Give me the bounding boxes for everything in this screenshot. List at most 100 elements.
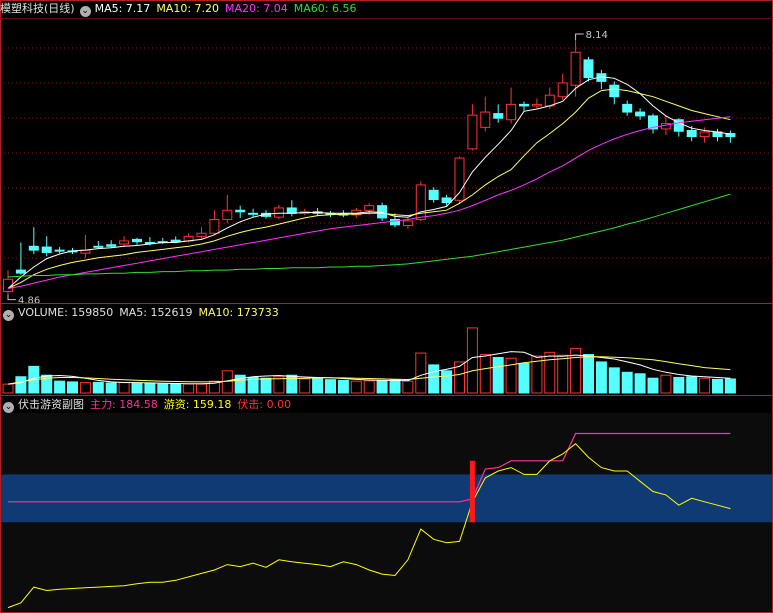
volume-bar-down [92, 381, 104, 394]
candle-up [364, 205, 375, 211]
volume-bar-down [595, 361, 607, 394]
candle-up [699, 131, 710, 138]
price-annotations: 8.14 4.86 [7, 30, 608, 307]
volume-bar-up [299, 378, 311, 394]
volume-bar-down [712, 378, 723, 394]
volume-bar-down [608, 367, 620, 394]
candle-up [119, 240, 130, 245]
candle-down [609, 84, 620, 98]
candle-down [54, 249, 65, 252]
candle-up [557, 82, 568, 98]
candle-down [441, 197, 452, 204]
candle-up [570, 51, 581, 86]
volume-bar-down [157, 383, 169, 394]
candle-down [170, 239, 181, 243]
volume-bar-up [557, 354, 569, 394]
candle-up [480, 111, 491, 128]
candle-down [106, 244, 117, 247]
volume-bar-down [144, 382, 156, 394]
youzi-value: 游资: 159.18 [163, 398, 232, 411]
candle-down [28, 245, 39, 251]
volume-bar-down [389, 379, 401, 394]
low-marker [7, 294, 16, 301]
candle-down [635, 111, 646, 117]
volume-bar-down [105, 382, 117, 394]
volume-bar-down [441, 370, 453, 394]
candle-down [286, 207, 297, 214]
volume-bar-up [350, 380, 362, 394]
candle-up [506, 103, 517, 121]
ma20-value: MA20: 7.04 [225, 2, 288, 15]
volume-bar-down [260, 377, 272, 394]
volume-legend: ⌄ VOLUME: 159850 MA5: 152619 MA10: 173733 [0, 304, 285, 322]
fuji-value: 伏击: 0.00 [237, 398, 292, 411]
candle-up [196, 232, 207, 237]
candle-down [519, 103, 529, 107]
candle-down [41, 246, 52, 253]
candle-down [428, 189, 439, 201]
ma20-line [7, 116, 731, 289]
candle-down [93, 245, 104, 248]
moving-average-lines [7, 76, 731, 289]
volume-bar-down [376, 379, 388, 394]
ma5-line [7, 76, 731, 289]
ma10-line [7, 88, 731, 289]
zhuli-value: 主力: 184.58 [90, 398, 158, 411]
volume-bar-down [621, 371, 633, 394]
volume-bar-up [660, 374, 672, 394]
candle-down [583, 59, 594, 79]
high-marker [575, 33, 584, 40]
candle-down [377, 205, 388, 219]
volume-bar-down [492, 357, 504, 394]
candle-up [222, 209, 233, 220]
volume-value: VOLUME: 159850 [18, 306, 114, 319]
volume-bar-down [312, 378, 324, 394]
volume-bar-down [131, 382, 143, 394]
volume-bar-up [196, 383, 207, 394]
volume-bar-down [428, 364, 440, 394]
volume-bars [2, 327, 736, 394]
volume-bar-up [402, 380, 414, 394]
volume-bar-down [673, 376, 685, 394]
chevron-down-icon[interactable]: ⌄ [3, 310, 14, 321]
volume-ma10-value: MA10: 173733 [198, 306, 279, 319]
ma60-value: MA60: 6.56 [293, 2, 357, 15]
candle-down [248, 212, 259, 215]
candle-up [467, 114, 478, 150]
volume-bar-down [583, 354, 594, 394]
volume-bar-down [686, 376, 698, 394]
candle-down [493, 113, 504, 119]
candle-down [132, 238, 142, 243]
volume-bar-up [479, 354, 491, 394]
candle-up [273, 207, 284, 218]
volume-bar-up [699, 377, 711, 394]
volume-bar-down [724, 378, 736, 394]
candle-up [402, 220, 413, 227]
ma5-value: MA5: 7.17 [94, 2, 151, 15]
chevron-down-icon[interactable]: ⌄ [3, 402, 14, 413]
candle-down [622, 103, 633, 113]
candle-down [235, 209, 246, 213]
volume-bar-up [2, 383, 14, 394]
ma10-value: MA10: 7.20 [156, 2, 220, 15]
volume-bar-down [286, 374, 298, 394]
price-legend: 模塑科技(日线) ⌄ MA5: 7.17 MA10: 7.20 MA20: 7.04 MA… [0, 0, 362, 18]
volume-bar-down [170, 383, 182, 394]
candle-up [454, 157, 465, 201]
volume-bar-up [79, 382, 91, 394]
volume-bar-down [647, 377, 659, 394]
volume-bar-down [518, 362, 530, 394]
candle-down [686, 129, 697, 138]
indicator-legend: ⌄ 伏击游资副图 主力: 184.58 游资: 159.18 伏击: 0.00 [0, 396, 297, 414]
candle-up [209, 218, 220, 234]
indicator-name: 伏击游资副图 [18, 398, 84, 411]
volume-bar-down [67, 381, 78, 394]
volume-bar-down [634, 373, 646, 394]
indicator-band [0, 474, 773, 523]
volume-bar-down [337, 379, 349, 394]
indicator-panel [0, 413, 773, 611]
volume-bar-up [118, 382, 130, 394]
chevron-down-icon[interactable]: ⌄ [79, 6, 91, 17]
high-price-label: 8.14 [586, 30, 608, 41]
volume-bar-up [363, 380, 375, 394]
